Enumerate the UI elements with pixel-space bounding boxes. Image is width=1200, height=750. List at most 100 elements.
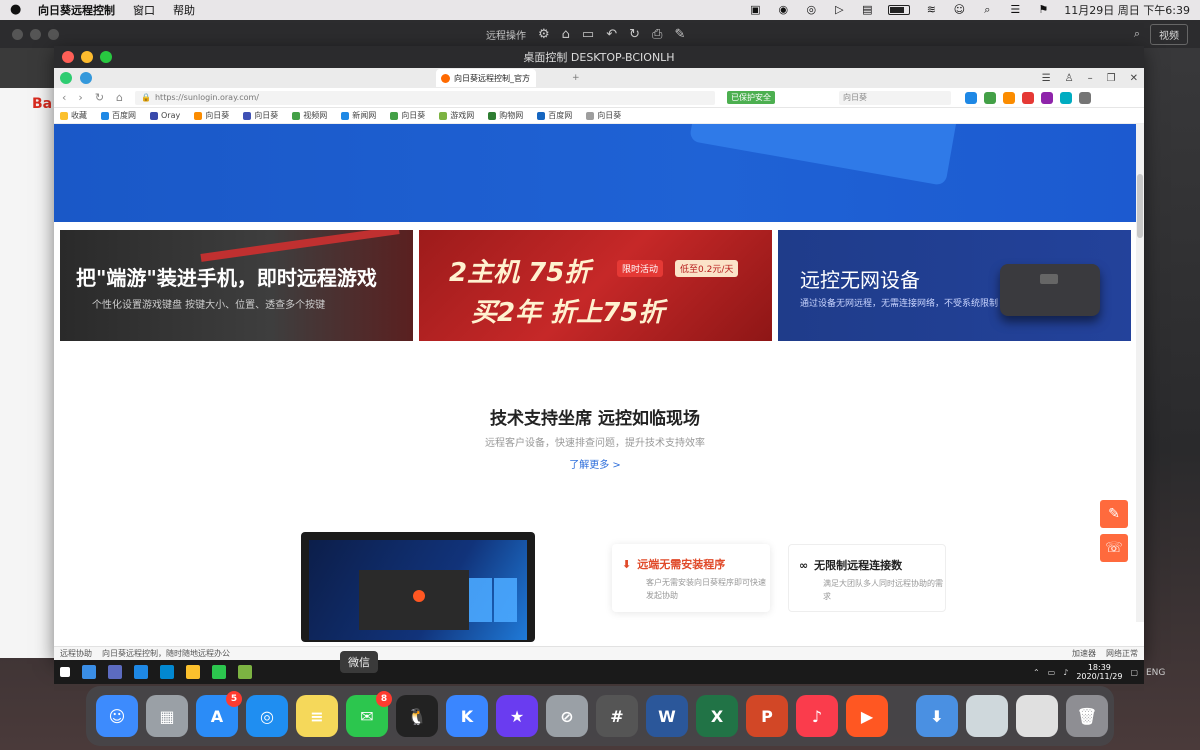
wechat-taskbar-icon[interactable] (212, 665, 226, 679)
bookmark-item[interactable]: 视频网 (292, 110, 327, 121)
bookmark-item[interactable]: 收藏 (60, 110, 87, 121)
back-icon[interactable]: ‹ (62, 91, 66, 104)
taskbar-clock[interactable]: 18:39 2020/11/29 (1076, 663, 1122, 681)
status-accelerator[interactable]: 加速器 (1072, 648, 1096, 659)
page-scrollbar[interactable] (1136, 124, 1144, 622)
app-store-icon[interactable]: A5 (196, 691, 242, 737)
ime-indicator[interactable]: ENG (1146, 668, 1165, 678)
learn-more-link[interactable]: 了解更多 > (54, 456, 1136, 471)
bookmark-item[interactable]: 购物网 (488, 110, 523, 121)
kugou-icon[interactable]: K (446, 695, 488, 737)
status-left[interactable]: 远程协助 (60, 648, 92, 659)
extension-icon[interactable] (1003, 91, 1016, 104)
bookmark-item[interactable]: 百度网 (537, 110, 572, 121)
edit-icon[interactable]: ✎ (674, 27, 685, 42)
menu-app-name[interactable]: 向日葵远程控制 (38, 2, 115, 18)
win-restore-icon[interactable]: ❐ (1107, 73, 1116, 84)
excel-icon[interactable]: X (696, 695, 738, 737)
url-field[interactable]: 🔒 https://sunlogin.oray.com/ (135, 90, 716, 105)
extension-icon[interactable] (1041, 91, 1054, 104)
settings-icon[interactable]: ⚙ (538, 27, 550, 42)
no-entry-icon[interactable]: ⊘ (546, 695, 588, 737)
battery-icon[interactable] (888, 5, 911, 15)
window-preview-2-icon[interactable] (1016, 695, 1058, 737)
downloads-icon[interactable]: ⬇ (916, 695, 958, 737)
music-icon[interactable]: ♪ (796, 695, 838, 737)
extension-icon[interactable] (965, 91, 978, 104)
promo-banner-gaming[interactable]: 把"端游"装进手机，即时远程游戏 个性化设置游戏键盘 按键大小、位置、透查多个按… (60, 230, 413, 341)
bookmark-item[interactable]: 百度网 (101, 110, 136, 121)
shield-icon[interactable] (80, 72, 92, 84)
safari-icon[interactable]: ◎ (246, 695, 288, 737)
tray-volume-icon[interactable]: ♪ (1063, 668, 1068, 677)
security-badge[interactable]: 已保护安全 (727, 91, 776, 104)
bookmark-item[interactable]: 游戏网 (439, 110, 474, 121)
undo-icon[interactable]: ↶ (606, 27, 617, 42)
screen-icon[interactable]: ▣ (748, 4, 762, 16)
search-icon[interactable]: ⌕ (1134, 27, 1140, 41)
zoom-button[interactable] (48, 28, 59, 40)
home-icon[interactable]: ⌂ (562, 27, 570, 42)
sunlogin-taskbar-icon[interactable] (238, 665, 252, 679)
taskbar-app-icon[interactable] (108, 665, 122, 679)
status-notice[interactable]: 向日葵远程控制，随时随地远程办公 (102, 648, 230, 659)
save-icon[interactable]: ▭ (582, 27, 594, 42)
video-button[interactable]: 视频 (1150, 23, 1188, 45)
edge-icon[interactable] (134, 665, 148, 679)
extension-icon[interactable] (1079, 91, 1092, 104)
trash-icon[interactable]: 🗑 (1066, 695, 1108, 737)
remote-ops-label[interactable]: 远程操作 (486, 27, 526, 42)
support-button[interactable]: ☏ (1100, 534, 1128, 562)
browser-tab[interactable]: 向日葵远程控制_官方 (436, 69, 536, 87)
menubar-clock[interactable]: 11月29日 周日 下午6:39 (1064, 2, 1190, 18)
menu-icon[interactable]: ☰ (1042, 73, 1051, 84)
refresh-icon[interactable]: ↻ (629, 27, 640, 42)
close-button[interactable] (12, 28, 23, 40)
bookmark-item[interactable]: 向日葵 (194, 110, 229, 121)
user-icon[interactable]: ☺ (952, 4, 966, 16)
folder-icon[interactable] (186, 665, 200, 679)
reload-icon[interactable]: ↻ (95, 91, 104, 104)
flag-icon[interactable]: ⚑ (1036, 4, 1050, 16)
store-icon[interactable] (160, 665, 174, 679)
win-close-icon[interactable]: ✕ (1130, 73, 1138, 84)
calculator-icon[interactable]: # (596, 695, 638, 737)
wechat-status-icon[interactable]: ◉ (776, 4, 790, 16)
record-icon[interactable]: ◎ (804, 4, 818, 16)
promo-banner-discount[interactable]: 2主机 75折 买2年 折上75折 限时活动 低至0.2元/天 (419, 230, 772, 341)
feature-card[interactable]: ⬇ 远端无需安装程序 客户无需安装向日葵程序即可快速发起协助 (612, 544, 770, 612)
minimize-button[interactable] (30, 28, 41, 40)
hero-banner[interactable] (54, 124, 1144, 222)
calendar-icon[interactable]: ▤ (860, 4, 874, 16)
win-minimize-icon[interactable]: – (1088, 73, 1093, 84)
tray-network-icon[interactable]: ▭ (1048, 668, 1056, 677)
browser-logo-icon[interactable] (60, 72, 72, 84)
status-network[interactable]: 网络正常 (1106, 648, 1138, 659)
extension-icon[interactable] (1060, 91, 1073, 104)
menu-window[interactable]: 窗口 (133, 2, 155, 18)
bookmark-item[interactable]: 新闻网 (341, 110, 376, 121)
wifi-icon[interactable]: ≋ (924, 4, 938, 16)
print-icon[interactable]: ⎙ (652, 27, 662, 42)
control-center-icon[interactable]: ☰ (1008, 4, 1022, 16)
wechat-icon[interactable]: ✉ 8 (346, 691, 392, 737)
shirt-icon[interactable]: ♙ (1065, 73, 1074, 84)
home-page-icon[interactable]: ⌂ (116, 91, 123, 104)
extension-icon[interactable] (984, 91, 997, 104)
window-preview-1-icon[interactable] (966, 695, 1008, 737)
menu-help[interactable]: 帮助 (173, 2, 195, 18)
finder-icon[interactable]: ☺ (96, 695, 138, 737)
qq-icon[interactable]: 🐧 (396, 695, 438, 737)
scrollbar-thumb[interactable] (1137, 174, 1143, 238)
play-icon[interactable]: ▷ (832, 4, 846, 16)
bookmark-item[interactable]: 向日葵 (586, 110, 621, 121)
search-input[interactable]: 向日葵 (839, 90, 952, 105)
launchpad-icon[interactable]: ▦ (146, 695, 188, 737)
promo-banner-offline-device[interactable]: 远控无网设备 通过设备无网远程，无需连接网络，不受系统限制 (778, 230, 1131, 341)
sunlogin-icon[interactable]: ▶ (846, 695, 888, 737)
bookmark-item[interactable]: 向日葵 (243, 110, 278, 121)
windows-start-icon[interactable] (60, 667, 70, 677)
new-tab-icon[interactable]: + (572, 73, 580, 83)
tray-up-icon[interactable]: ⌃ (1033, 668, 1040, 677)
apple-icon[interactable]: ● (10, 3, 24, 17)
